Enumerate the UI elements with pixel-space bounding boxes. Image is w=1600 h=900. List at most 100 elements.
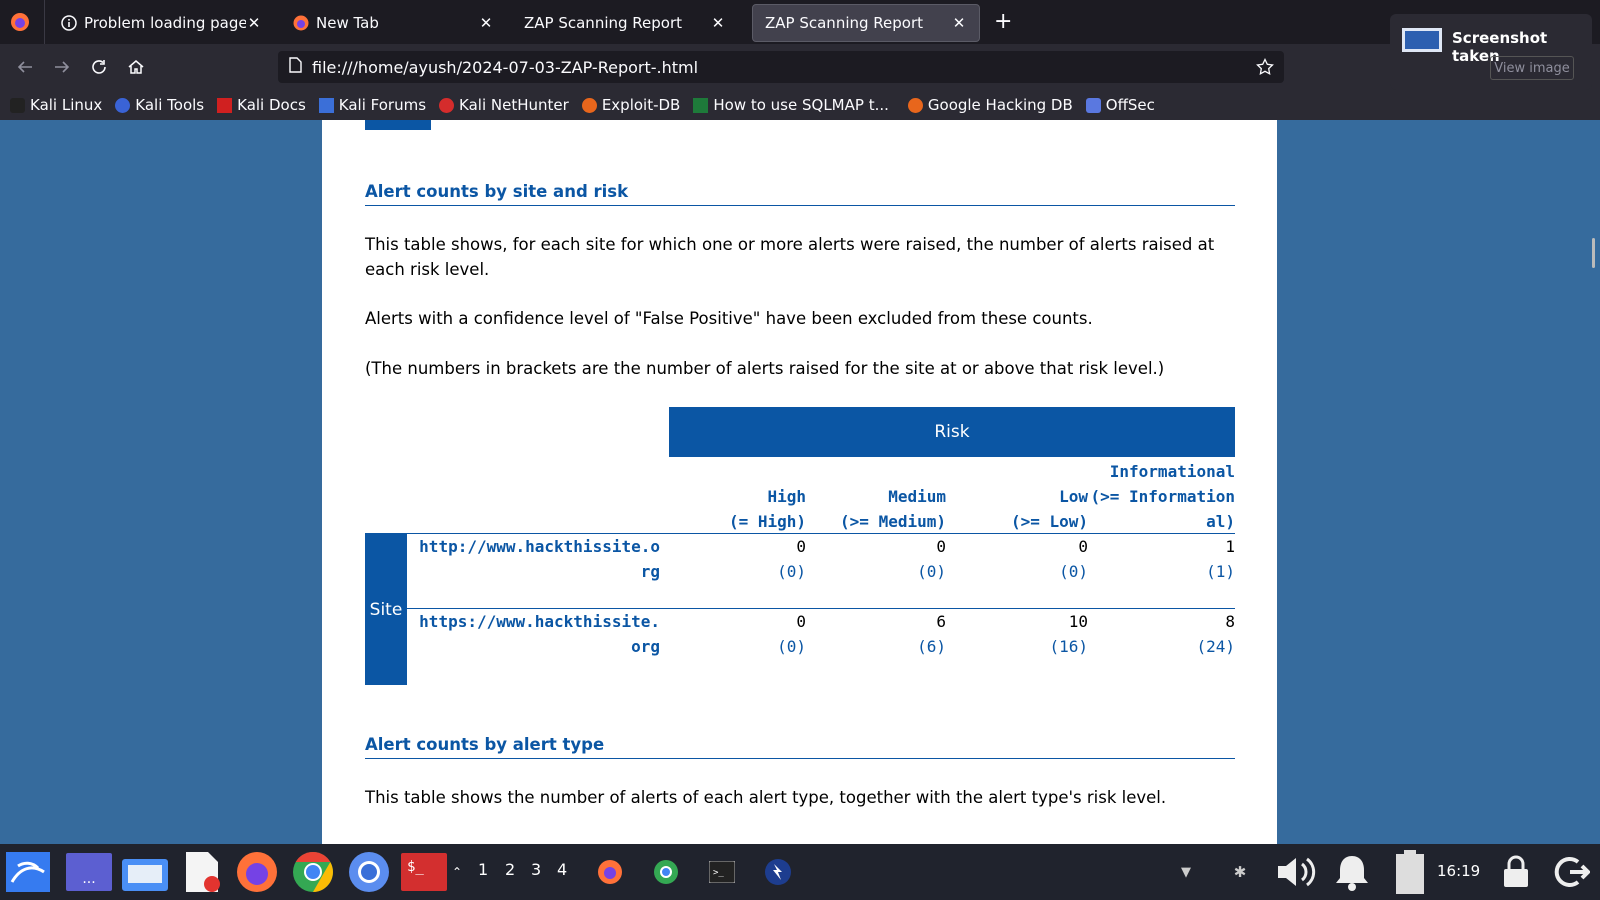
previous-table-fragment	[365, 120, 431, 130]
tab-bar: Problem loading page ✕ New Tab ✕ ZAP Sca…	[0, 0, 1600, 44]
page-scrollbar[interactable]	[1592, 238, 1595, 268]
sqlmap-icon	[693, 97, 709, 113]
logout-icon[interactable]	[1550, 850, 1594, 894]
bluetooth-icon[interactable]: ✱	[1230, 850, 1250, 894]
terminal-window-icon[interactable]: >_	[700, 850, 744, 894]
back-button[interactable]	[14, 56, 36, 78]
tab-new-tab[interactable]: New Tab ✕	[280, 4, 506, 42]
workspace-3[interactable]: 3	[531, 860, 541, 879]
table-cell: 1 (1)	[1206, 537, 1235, 581]
tab-problem-loading[interactable]: Problem loading page ✕	[48, 4, 274, 42]
site-url-https[interactable]: https://www.hackthissite.org	[410, 609, 660, 659]
show-desktop-icon[interactable]: ...	[64, 850, 114, 894]
close-icon[interactable]: ✕	[951, 14, 967, 32]
tab-title: New Tab	[316, 14, 379, 32]
wifi-icon[interactable]: ▼	[1176, 850, 1196, 894]
svg-text:...: ...	[82, 871, 95, 887]
section-description: This table shows, for each site for whic…	[365, 235, 1215, 279]
forward-arrow-icon	[55, 61, 70, 73]
burp-window-icon[interactable]	[756, 850, 800, 894]
bookmark-kali-tools[interactable]: Kali Tools	[115, 96, 204, 114]
screenshot-icon	[1402, 28, 1442, 52]
page-icon	[288, 57, 302, 77]
kali-tools-icon	[115, 97, 131, 113]
svg-text:$_: $_	[407, 859, 424, 875]
reload-button[interactable]	[88, 56, 110, 78]
forward-button[interactable]	[51, 56, 73, 78]
offsec-icon	[1085, 97, 1101, 113]
close-icon[interactable]: ✕	[478, 14, 494, 32]
clock[interactable]: 16:19	[1437, 862, 1480, 880]
kali-forums-icon	[318, 97, 334, 113]
new-tab-button[interactable]: +	[994, 10, 1012, 34]
tab-zap-report-active[interactable]: ZAP Scanning Report ✕	[752, 4, 980, 42]
svg-text:>_: >_	[713, 868, 724, 878]
close-icon[interactable]: ✕	[246, 14, 262, 32]
taskbar: ... $_ ⌃ 1 2 3 4 >_ ▼ ✱ 16:19	[0, 844, 1600, 900]
bookmark-exploit-db[interactable]: Exploit-DB	[581, 96, 680, 114]
section-title-site-risk: Alert counts by site and risk	[365, 182, 1235, 206]
chromium-launcher-icon[interactable]	[346, 850, 392, 894]
chevron-up-icon[interactable]: ⌃	[452, 850, 462, 894]
volume-icon[interactable]	[1272, 850, 1322, 894]
tab-title: Problem loading page	[84, 14, 246, 32]
workspace-1[interactable]: 1	[478, 860, 488, 879]
bookmarks-toolbar: Kali Linux Kali Tools Kali Docs Kali For…	[0, 90, 1600, 120]
page-viewport: Alert counts by site and risk This table…	[0, 120, 1600, 844]
home-button[interactable]	[125, 56, 147, 78]
tab-zap-report[interactable]: ZAP Scanning Report ✕	[512, 4, 738, 42]
exploit-db-icon	[581, 97, 597, 113]
tab-title: ZAP Scanning Report	[524, 14, 683, 32]
chrome-launcher-icon[interactable]	[290, 850, 336, 894]
terminal-launcher-icon[interactable]: $_	[400, 850, 448, 894]
file-manager-icon[interactable]	[120, 850, 170, 894]
nethunter-icon	[439, 97, 455, 113]
firefox-menu-icon[interactable]	[10, 12, 30, 32]
risk-header: Risk	[669, 407, 1235, 457]
workspace-2[interactable]: 2	[505, 860, 515, 879]
column-header-medium: Medium (>= Medium)	[840, 487, 946, 531]
report-page: Alert counts by site and risk This table…	[322, 120, 1277, 844]
view-image-button[interactable]: View image	[1490, 56, 1574, 80]
bookmark-sqlmap[interactable]: How to use SQLMAP t...	[693, 96, 889, 114]
bookmark-kali-docs[interactable]: Kali Docs	[217, 96, 306, 114]
notifications-bell-icon[interactable]	[1330, 850, 1374, 894]
battery-icon[interactable]	[1390, 850, 1430, 894]
kali-menu-icon[interactable]	[2, 850, 54, 894]
bookmark-star-icon[interactable]	[1256, 57, 1274, 80]
firefox-icon	[292, 15, 309, 32]
bookmark-kali-linux[interactable]: Kali Linux	[10, 96, 102, 114]
home-icon	[128, 60, 144, 74]
lock-screen-icon[interactable]	[1496, 850, 1536, 894]
false-positive-note: Alerts with a confidence level of "False…	[365, 309, 1093, 328]
alert-counts-table: Risk High (= High) Medium (>= Medium) Lo…	[365, 407, 1235, 707]
kali-docs-icon	[217, 97, 233, 113]
bookmark-offsec[interactable]: OffSec	[1085, 96, 1155, 114]
alert-type-description: This table shows the number of alerts of…	[365, 788, 1167, 807]
table-cell: 0 (0)	[917, 537, 946, 581]
url-bar[interactable]: file:///home/ayush/2024-07-03-ZAP-Report…	[278, 51, 1284, 83]
close-icon[interactable]: ✕	[710, 14, 726, 32]
site-url-http[interactable]: http://www.hackthissite.org	[410, 534, 660, 584]
reload-icon	[92, 60, 106, 74]
site-label: Site	[365, 534, 407, 685]
section-title-alert-type: Alert counts by alert type	[365, 735, 1235, 759]
workspace-4[interactable]: 4	[557, 860, 567, 879]
bookmark-google-hacking-db[interactable]: Google Hacking DB	[907, 96, 1073, 114]
table-cell: 0 (0)	[1059, 537, 1088, 581]
column-header-high: High (= High)	[728, 487, 806, 531]
table-cell: 8 (24)	[1196, 612, 1235, 656]
text-editor-icon[interactable]	[180, 850, 224, 894]
firefox-window-icon[interactable]	[588, 850, 632, 894]
ghdb-icon	[907, 97, 923, 113]
navigation-bar: file:///home/ayush/2024-07-03-ZAP-Report…	[0, 44, 1600, 90]
screenshot-notification: Screenshot taken View image	[1390, 14, 1592, 90]
bookmark-kali-nethunter[interactable]: Kali NetHunter	[439, 96, 569, 114]
url-text: file:///home/ayush/2024-07-03-ZAP-Report…	[312, 57, 699, 77]
chrome-window-icon[interactable]	[644, 850, 688, 894]
kali-dragon-icon	[10, 97, 25, 113]
firefox-launcher-icon[interactable]	[234, 850, 280, 894]
table-cell: 0 (0)	[777, 612, 806, 656]
bookmark-kali-forums[interactable]: Kali Forums	[318, 96, 426, 114]
back-arrow-icon	[17, 61, 32, 73]
